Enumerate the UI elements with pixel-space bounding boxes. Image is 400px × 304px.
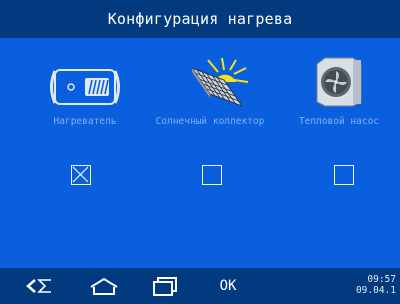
checkbox-solar-collector[interactable] [202, 165, 222, 185]
heat-pump-icon [309, 56, 369, 108]
device-label-heater: Нагреватель [53, 116, 117, 127]
page-title: Конфигурация нагрева [107, 10, 293, 28]
checkmark-x-icon [72, 166, 89, 183]
heater-icon [45, 56, 125, 108]
solar-collector-icon [168, 56, 252, 108]
device-label-pump: Тепловой насос [298, 116, 380, 127]
clock: 09:57 09.04.1 [356, 274, 396, 296]
windows-icon [153, 277, 177, 296]
device-solar-collector[interactable]: Солнечный коллектор [150, 56, 270, 158]
device-label-solar: Солнечный коллектор [155, 116, 265, 127]
device-heat-pump[interactable]: Тепловой насос [279, 56, 399, 158]
clock-time: 09:57 [367, 274, 396, 285]
home-icon [90, 277, 118, 295]
device-heater[interactable]: Нагреватель [25, 56, 145, 158]
bottom-nav-bar: OK 09:57 09.04.1 [0, 268, 400, 304]
ok-button[interactable]: OK [208, 268, 248, 304]
back-icon [26, 279, 51, 293]
back-button[interactable] [20, 268, 60, 304]
heating-config-screen: Конфигурация нагрева Нагреватель Солнечн… [0, 0, 400, 304]
checkbox-heat-pump[interactable] [334, 165, 354, 185]
home-button[interactable] [84, 268, 124, 304]
checkbox-heater[interactable] [71, 165, 91, 185]
windows-button[interactable] [145, 268, 185, 304]
title-bar: Конфигурация нагрева [0, 0, 400, 38]
clock-date: 09.04.1 [355, 285, 396, 296]
